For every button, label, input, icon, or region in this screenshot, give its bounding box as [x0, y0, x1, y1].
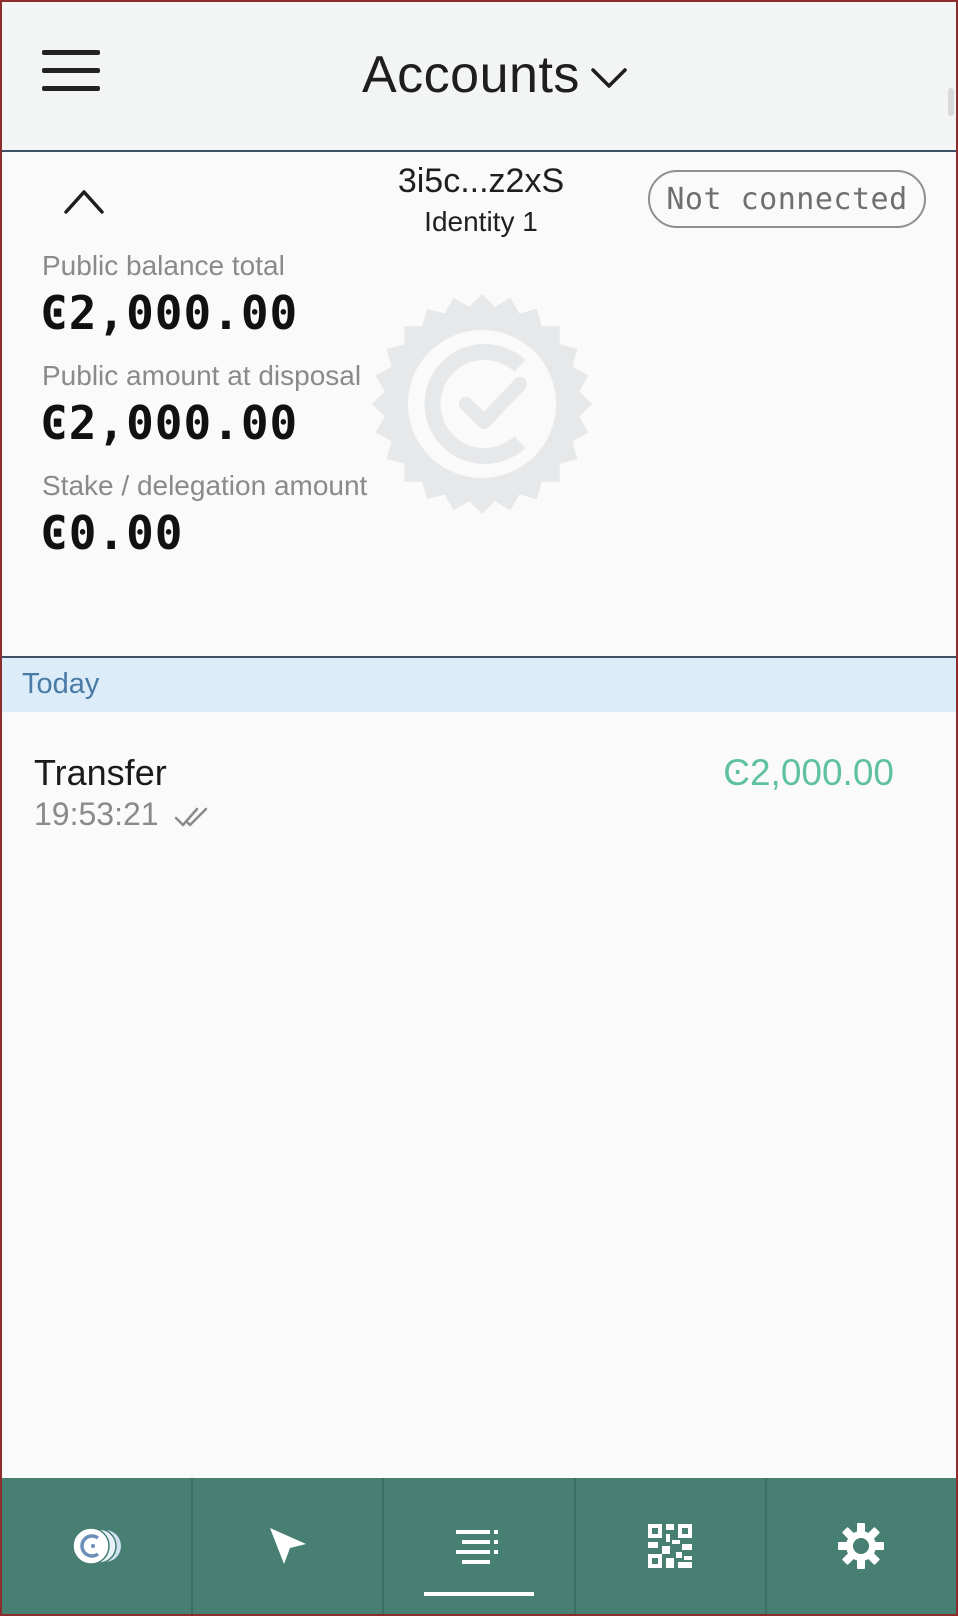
nav-transactions[interactable] — [384, 1478, 576, 1614]
account-summary-card: 3i5c...z2xS Identity 1 Not connected Pub… — [2, 152, 956, 658]
stake-delegation-amount-label: Stake / delegation amount — [42, 470, 368, 501]
public-amount-at-disposal-label: Public amount at disposal — [42, 360, 362, 391]
bottom-navigation — [2, 1478, 956, 1614]
send-arrow-icon — [269, 1528, 306, 1564]
transaction-time: 19:53:21 — [34, 796, 159, 832]
transaction-type: Transfer — [34, 752, 167, 793]
chevron-up-icon[interactable] — [58, 178, 110, 222]
day-header-label: Today — [22, 668, 100, 700]
stake-delegation-amount-value: Ͼ0.00 — [40, 506, 184, 560]
public-balance-total-label: Public balance total — [42, 250, 285, 281]
account-selector-dropdown[interactable]: Accounts — [362, 40, 628, 110]
public-amount-at-disposal-value: Ͼ2,000.00 — [40, 396, 299, 450]
account-identity: Identity 1 — [424, 206, 538, 237]
transaction-list-icon — [456, 1530, 498, 1564]
transaction-row[interactable]: Transfer 19:53:21 Ͼ2,000.00 — [2, 726, 956, 844]
transaction-day-header: Today — [2, 658, 956, 712]
transaction-amount: Ͼ2,000.00 — [723, 752, 894, 793]
double-check-icon — [174, 807, 208, 827]
public-balance-total-value: Ͼ2,000.00 — [40, 286, 299, 340]
page-title: Accounts — [362, 46, 580, 104]
nav-qr[interactable] — [576, 1478, 767, 1614]
account-address: 3i5c...z2xS — [397, 162, 565, 200]
chevron-down-icon — [591, 68, 627, 88]
active-tab-indicator — [424, 1592, 534, 1596]
app-header: Accounts — [2, 2, 956, 152]
ccd-verified-seal-icon — [372, 294, 592, 514]
hamburger-menu-icon[interactable] — [36, 44, 104, 98]
nav-settings[interactable] — [767, 1478, 956, 1614]
ccd-coins-icon — [71, 1527, 121, 1565]
qr-code-icon — [648, 1524, 693, 1568]
edge-indicator — [948, 88, 954, 116]
nav-accounts[interactable] — [2, 1478, 194, 1614]
gear-icon — [838, 1523, 885, 1569]
connection-status-badge: Not connected — [648, 170, 926, 228]
nav-send[interactable] — [193, 1478, 385, 1614]
